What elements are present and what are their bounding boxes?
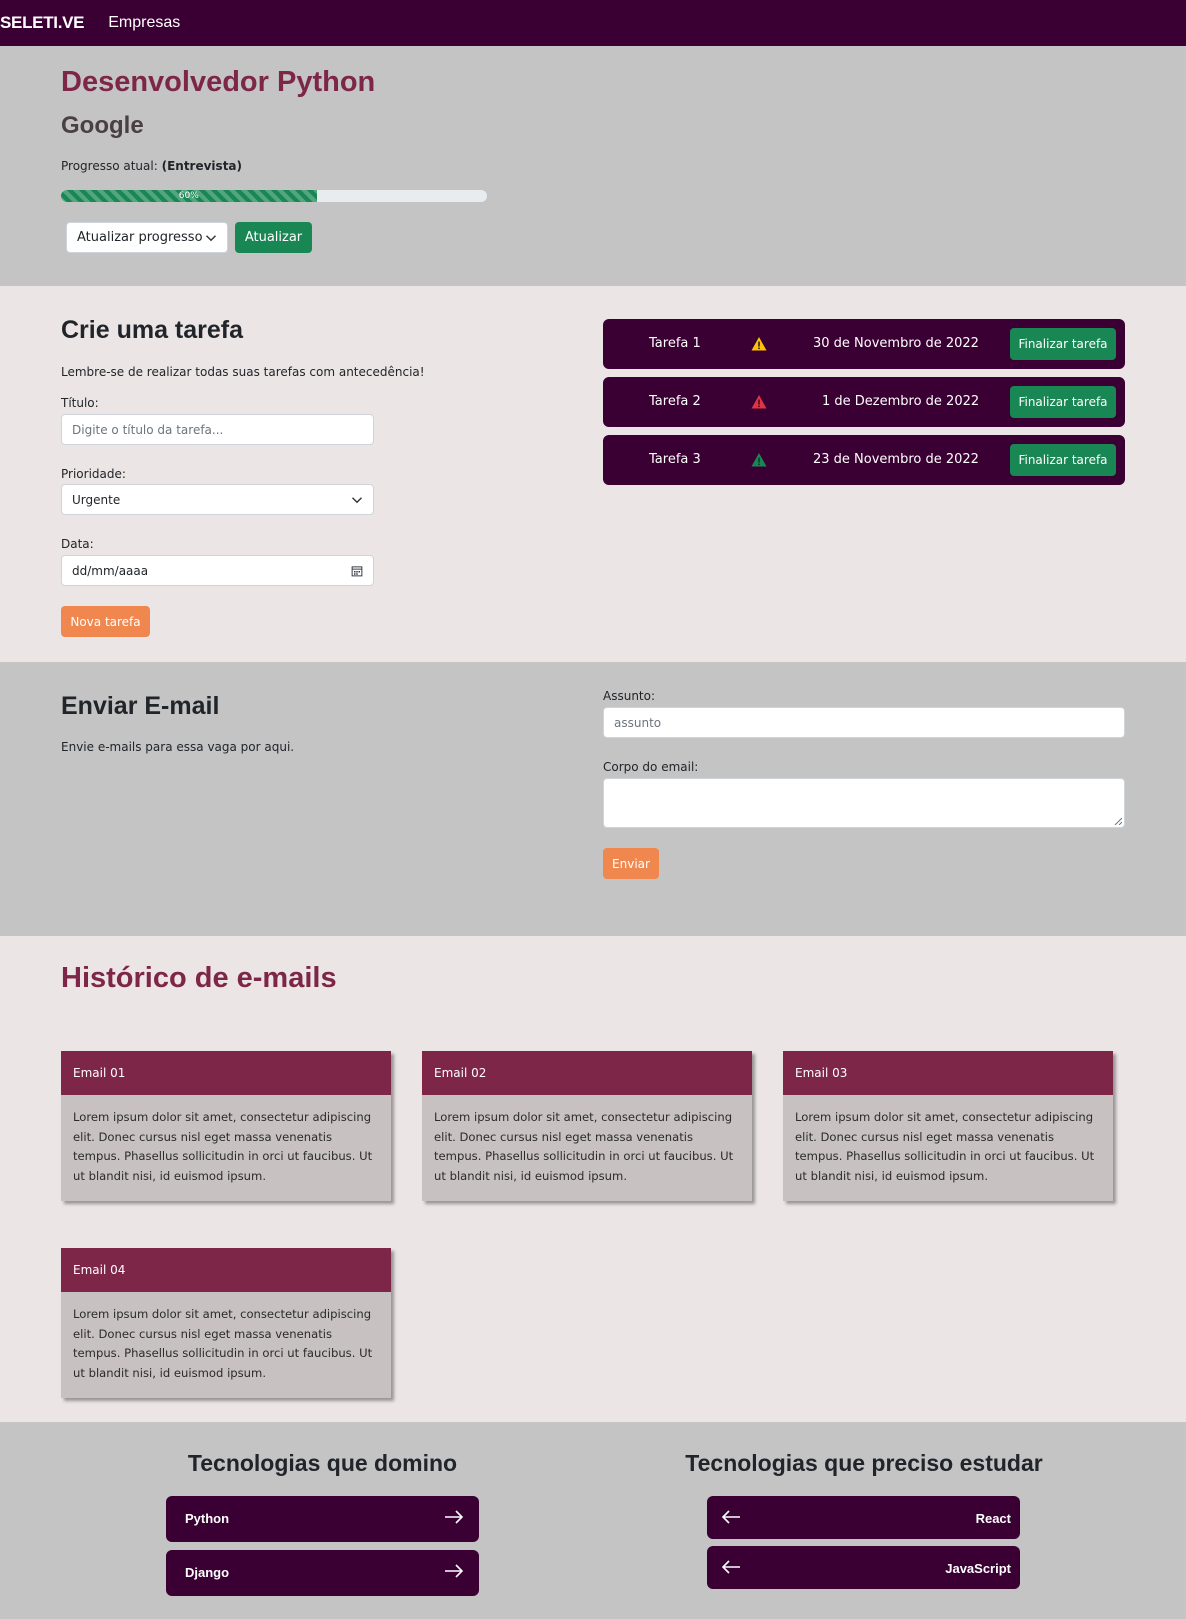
priority-label: Prioridade: [61,467,126,481]
email-heading: Enviar E-mail [61,692,220,720]
job-title: Desenvolvedor Python [61,66,376,98]
email-card-title: Email 02 [422,1051,752,1095]
tech-name: JavaScript [945,1561,1011,1576]
email-card-body: Lorem ipsum dolor sit amet, consectetur … [73,1307,373,1380]
email-card[interactable]: Email 02 Lorem ipsum dolor sit amet, con… [422,1051,752,1201]
task-date: 1 de Dezembro de 2022 [822,394,980,409]
resize-handle-icon[interactable] [1114,817,1122,825]
subject-label: Assunto: [603,689,656,703]
warning-red-icon [751,395,767,409]
study-tech-item[interactable]: JavaScript [707,1546,1020,1589]
email-card[interactable]: Email 01 Lorem ipsum dolor sit amet, con… [61,1051,391,1201]
tech-name: Django [185,1565,230,1580]
email-card-title: Email 01 [61,1051,391,1095]
email-card-body: Lorem ipsum dolor sit amet, consectetur … [795,1110,1095,1183]
technologies-section: Tecnologias que domino Tecnologias que p… [0,1422,1186,1619]
progress-select[interactable]: Atualizar progresso [66,222,228,253]
email-body-label: Corpo do email: [603,760,699,774]
known-tech-item[interactable]: Python [166,1496,479,1542]
finish-task-button[interactable]: Finalizar tarefa [1010,444,1116,476]
new-task-button[interactable]: Nova tarefa [61,606,150,637]
email-card-title: Email 03 [783,1051,1113,1095]
priority-select-value: Urgente [72,492,121,507]
task-title-input[interactable]: Digite o título da tarefa... [61,414,374,445]
study-tech-heading: Tecnologias que preciso estudar [685,1450,1043,1476]
email-body-textarea[interactable] [603,778,1125,828]
arrow-left-icon [721,1510,740,1524]
task-item: Tarefa 2 1 de Dezembro de 2022 Finalizar… [603,377,1125,427]
email-subtitle: Envie e-mails para essa vaga por aqui. [61,740,295,754]
navbar: SELETI.VE Empresas [0,0,1186,46]
brand-logo[interactable]: SELETI.VE [0,13,85,33]
calendar-icon[interactable] [351,565,363,577]
date-input-value: dd/mm/aaaa [72,563,149,578]
finish-task-button[interactable]: Finalizar tarefa [1010,328,1116,360]
task-section: Crie uma tarefa Lembre-se de realizar to… [0,286,1186,662]
arrow-left-icon [721,1560,740,1574]
nav-link-empresas[interactable]: Empresas [108,14,180,32]
send-email-section: Enviar E-mail Envie e-mails para essa va… [0,662,1186,936]
progress-label: Progresso atual: (Entrevista) [61,159,242,173]
email-card[interactable]: Email 04 Lorem ipsum dolor sit amet, con… [61,1248,391,1398]
task-title-label: Título: [61,396,99,410]
send-email-button[interactable]: Enviar [603,848,659,879]
update-progress-button[interactable]: Atualizar [235,222,312,253]
task-name: Tarefa 2 [649,394,701,409]
chevron-down-icon [205,234,217,241]
known-tech-heading: Tecnologias que domino [187,1450,458,1476]
task-name: Tarefa 3 [649,452,701,467]
task-name: Tarefa 1 [649,336,701,351]
job-header-section: Desenvolvedor Python Google Progresso at… [0,46,1186,286]
subject-placeholder: assunto [614,715,662,730]
history-heading: Histórico de e-mails [61,962,337,994]
progress-bar-text: 60% [178,191,199,201]
task-date: 30 de Novembro de 2022 [813,336,979,351]
company-name: Google [61,112,144,139]
priority-select[interactable]: Urgente [61,484,374,515]
tech-name: Python [185,1511,230,1526]
progress-select-value: Atualizar progresso [77,230,203,245]
arrow-right-icon [445,1564,464,1578]
task-item: Tarefa 1 30 de Novembro de 2022 Finaliza… [603,319,1125,369]
email-history-section: Histórico de e-mails Email 01 Lorem ipsu… [0,936,1186,1422]
email-card-body: Lorem ipsum dolor sit amet, consectetur … [73,1110,373,1183]
date-input[interactable]: dd/mm/aaaa [61,555,374,586]
task-subtitle: Lembre-se de realizar todas suas tarefas… [61,365,425,379]
task-heading: Crie uma tarefa [61,316,244,344]
email-card[interactable]: Email 03 Lorem ipsum dolor sit amet, con… [783,1051,1113,1201]
known-tech-item[interactable]: Django [166,1550,479,1596]
task-title-placeholder: Digite o título da tarefa... [72,422,224,437]
task-date: 23 de Novembro de 2022 [813,452,979,467]
progress-stage: (Entrevista) [161,159,243,173]
subject-input[interactable]: assunto [603,707,1125,738]
chevron-down-icon [351,496,363,503]
progress-label-text: Progresso atual: [61,159,158,173]
study-tech-item[interactable]: React [707,1496,1020,1539]
arrow-right-icon [445,1510,464,1524]
date-label: Data: [61,537,94,551]
finish-task-button[interactable]: Finalizar tarefa [1010,386,1116,418]
task-item: Tarefa 3 23 de Novembro de 2022 Finaliza… [603,435,1125,485]
progress-bar-fill: 60% [61,190,317,202]
warning-yellow-icon [751,337,767,351]
email-card-body: Lorem ipsum dolor sit amet, consectetur … [434,1110,734,1183]
tech-name: React [975,1511,1011,1526]
warning-green-icon [751,453,767,467]
progress-bar-track: 60% [61,190,487,202]
email-card-title: Email 04 [61,1248,391,1292]
